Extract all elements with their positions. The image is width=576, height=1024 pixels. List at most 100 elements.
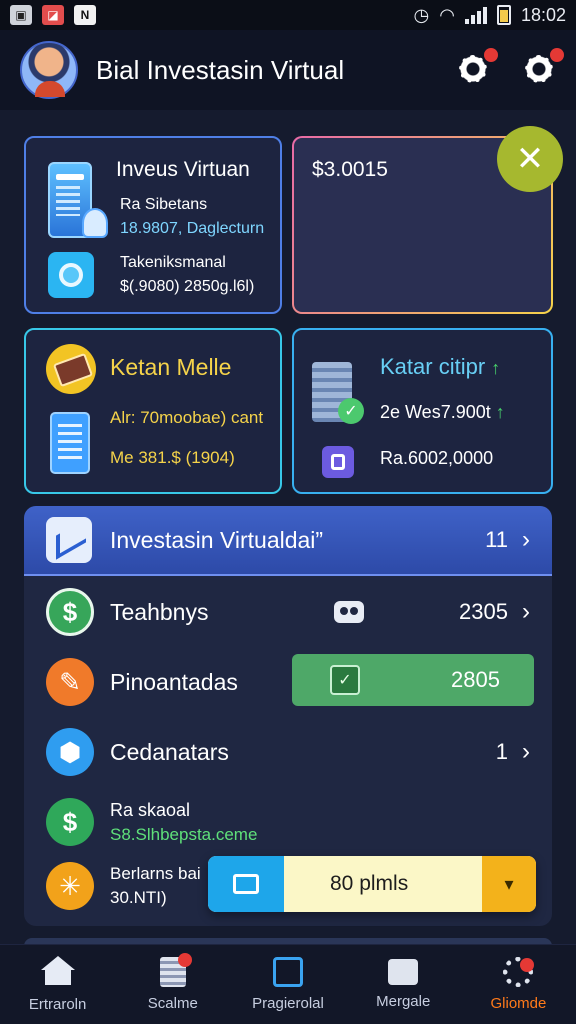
notification-badge bbox=[520, 958, 535, 972]
list-item-label: Ra skaoal bbox=[110, 799, 191, 820]
dollar-icon: $ bbox=[46, 588, 94, 636]
wallet-card[interactable]: Ketan Melle Alr: 70moobae) cant Me 381.$… bbox=[24, 328, 282, 494]
panel-header[interactable]: Investasin Virtualdai” 11 › bbox=[24, 506, 552, 576]
status-time: 18:02 bbox=[520, 4, 566, 25]
card-line: Takeniksmanal bbox=[120, 254, 226, 271]
nav-label: Mergale bbox=[376, 993, 431, 1010]
chevron-right-icon: › bbox=[522, 598, 530, 625]
document-icon bbox=[50, 412, 90, 474]
panel-header-count: 11 bbox=[485, 527, 508, 552]
arrow-up-icon: ↑ bbox=[495, 402, 505, 422]
message-icon bbox=[388, 959, 419, 985]
nav-item-chart[interactable]: Pragierolal bbox=[230, 945, 345, 1024]
chevron-right-icon: › bbox=[522, 526, 530, 553]
list-item-label: Cedanatars bbox=[110, 738, 229, 765]
progress-chip[interactable]: ✓ 2805 bbox=[292, 654, 534, 706]
chevron-down-icon: ▾ bbox=[504, 873, 514, 894]
battery-icon bbox=[496, 5, 511, 25]
card-line: 18.9807, Daglecturn bbox=[120, 220, 265, 237]
check-icon: ✓ bbox=[338, 398, 364, 424]
panel-header-label: Investasin Virtualdai” bbox=[110, 526, 324, 553]
list-item[interactable]: ✎ Pinoantadas ✓ 2805 bbox=[24, 650, 552, 714]
nav-item-home[interactable]: Ertraroln bbox=[0, 945, 115, 1024]
nav-item-documents[interactable]: Scalme bbox=[115, 945, 230, 1024]
gallery-notification-icon: ▣ bbox=[10, 5, 32, 25]
wallet-icon bbox=[46, 344, 96, 394]
portfolio-card[interactable]: ✓ Katar citipr ↑ 2e Wes7.900t ↑ Ra.6002,… bbox=[292, 328, 553, 494]
close-icon: ✕ bbox=[515, 140, 545, 178]
card-title: Inveus Virtuan bbox=[116, 158, 250, 181]
list-item-sublabel: 30.NTI) bbox=[110, 888, 167, 907]
chevron-right-icon: › bbox=[522, 738, 530, 765]
header-actions bbox=[458, 48, 564, 86]
asterisk-coin-icon: ✳ bbox=[46, 862, 94, 910]
card-line: $(.9080) 2850g.l6l) bbox=[120, 278, 255, 295]
list-item-value: 2305 bbox=[459, 599, 508, 624]
n-notification-icon: N bbox=[74, 5, 96, 25]
promo-text: 80 plmls bbox=[330, 872, 409, 895]
virtual-investment-card[interactable]: Inveus Virtuan Ra Sibetans 18.9807, Dagl… bbox=[24, 136, 282, 314]
list-item[interactable]: ⬢ Cedanatars 1 › bbox=[24, 720, 552, 784]
check-icon: ✓ bbox=[330, 665, 360, 695]
target-icon bbox=[48, 252, 94, 298]
list-item-text: Ra skaoal S8.Slhbepsta.ceme bbox=[110, 800, 257, 845]
list-item-sublabel: S8.Slhbepsta.ceme bbox=[110, 824, 258, 844]
card-title: Katar citipr ↑ bbox=[380, 354, 500, 380]
card-line: Ra.6002,0000 bbox=[380, 448, 494, 468]
card-line: Me 381.$ (1904) bbox=[110, 448, 235, 467]
person-icon bbox=[82, 208, 108, 238]
card-title: Ketan Melle bbox=[110, 354, 232, 380]
list-item[interactable]: $ Teahbnys 2305 › bbox=[24, 580, 552, 644]
home-icon bbox=[40, 956, 75, 988]
card-line: Ra Sibetans bbox=[120, 196, 208, 213]
list-item-label: Teahbnys bbox=[110, 598, 209, 625]
home-body bbox=[44, 969, 71, 985]
pen-icon: ✎ bbox=[46, 658, 94, 706]
notifications-button[interactable] bbox=[524, 48, 564, 86]
settings-button[interactable] bbox=[458, 48, 498, 86]
toggle-icon[interactable] bbox=[334, 601, 364, 623]
list-item-label: Pinoantadas bbox=[110, 668, 238, 695]
signal-icon bbox=[464, 6, 487, 24]
promo-banner[interactable]: 80 plmls ▾ bbox=[208, 856, 536, 912]
chart-up-icon bbox=[46, 517, 92, 563]
card-line-text: 2e Wes7.900t bbox=[380, 402, 491, 422]
card-line: Alr: 70moobae) cant bbox=[110, 408, 264, 427]
chart-icon bbox=[273, 957, 303, 987]
card-icon bbox=[233, 874, 259, 894]
nav-label: Ertraroln bbox=[28, 996, 87, 1013]
list-item-value: 2805 bbox=[451, 667, 500, 692]
home-roof bbox=[40, 956, 75, 970]
wifi-icon: ◠ bbox=[439, 4, 455, 25]
list-item-label: Berlarns bai bbox=[110, 864, 201, 883]
page-title: Bial Investasin Virtual bbox=[96, 54, 345, 85]
nav-label: Scalme bbox=[147, 995, 198, 1012]
clipboard-icon bbox=[322, 446, 354, 478]
app-notification-icon: ◪ bbox=[42, 5, 64, 25]
promo-dropdown-button[interactable]: ▾ bbox=[482, 856, 536, 912]
card-line: 2e Wes7.900t ↑ bbox=[380, 402, 505, 423]
notification-badge bbox=[484, 48, 498, 62]
notification-badge bbox=[177, 953, 192, 967]
status-notifications: ▣ ◪ N bbox=[10, 5, 96, 25]
list-item-value: 1 bbox=[495, 739, 508, 764]
list-item[interactable]: $ Ra skaoal S8.Slhbepsta.ceme bbox=[24, 792, 552, 852]
documents-icon bbox=[159, 953, 192, 987]
gear-icon bbox=[458, 54, 488, 84]
list-item-text: Berlarns bai 30.NTI) bbox=[110, 864, 201, 908]
cog-alert-icon bbox=[524, 54, 554, 84]
status-bar: ▣ ◪ N ◷ ◠ 18:02 bbox=[0, 0, 576, 30]
box-icon: ⬢ bbox=[46, 728, 94, 776]
promo-icon-area bbox=[208, 856, 284, 912]
bottom-navigation: Ertraroln Scalme Pragierolal Mergale Gli… bbox=[0, 944, 576, 1024]
card-title-text: Katar citipr bbox=[380, 354, 486, 379]
alarm-icon: ◷ bbox=[413, 4, 430, 25]
nav-label: Gliomde bbox=[490, 995, 547, 1012]
avatar[interactable] bbox=[20, 41, 78, 99]
nav-item-messages[interactable]: Mergale bbox=[346, 945, 461, 1024]
notification-badge bbox=[550, 48, 564, 62]
nav-label: Pragierolal bbox=[252, 995, 324, 1012]
nav-item-settings[interactable]: Gliomde bbox=[461, 945, 576, 1024]
close-button[interactable]: ✕ bbox=[497, 126, 563, 192]
arrow-up-icon: ↑ bbox=[491, 358, 501, 378]
